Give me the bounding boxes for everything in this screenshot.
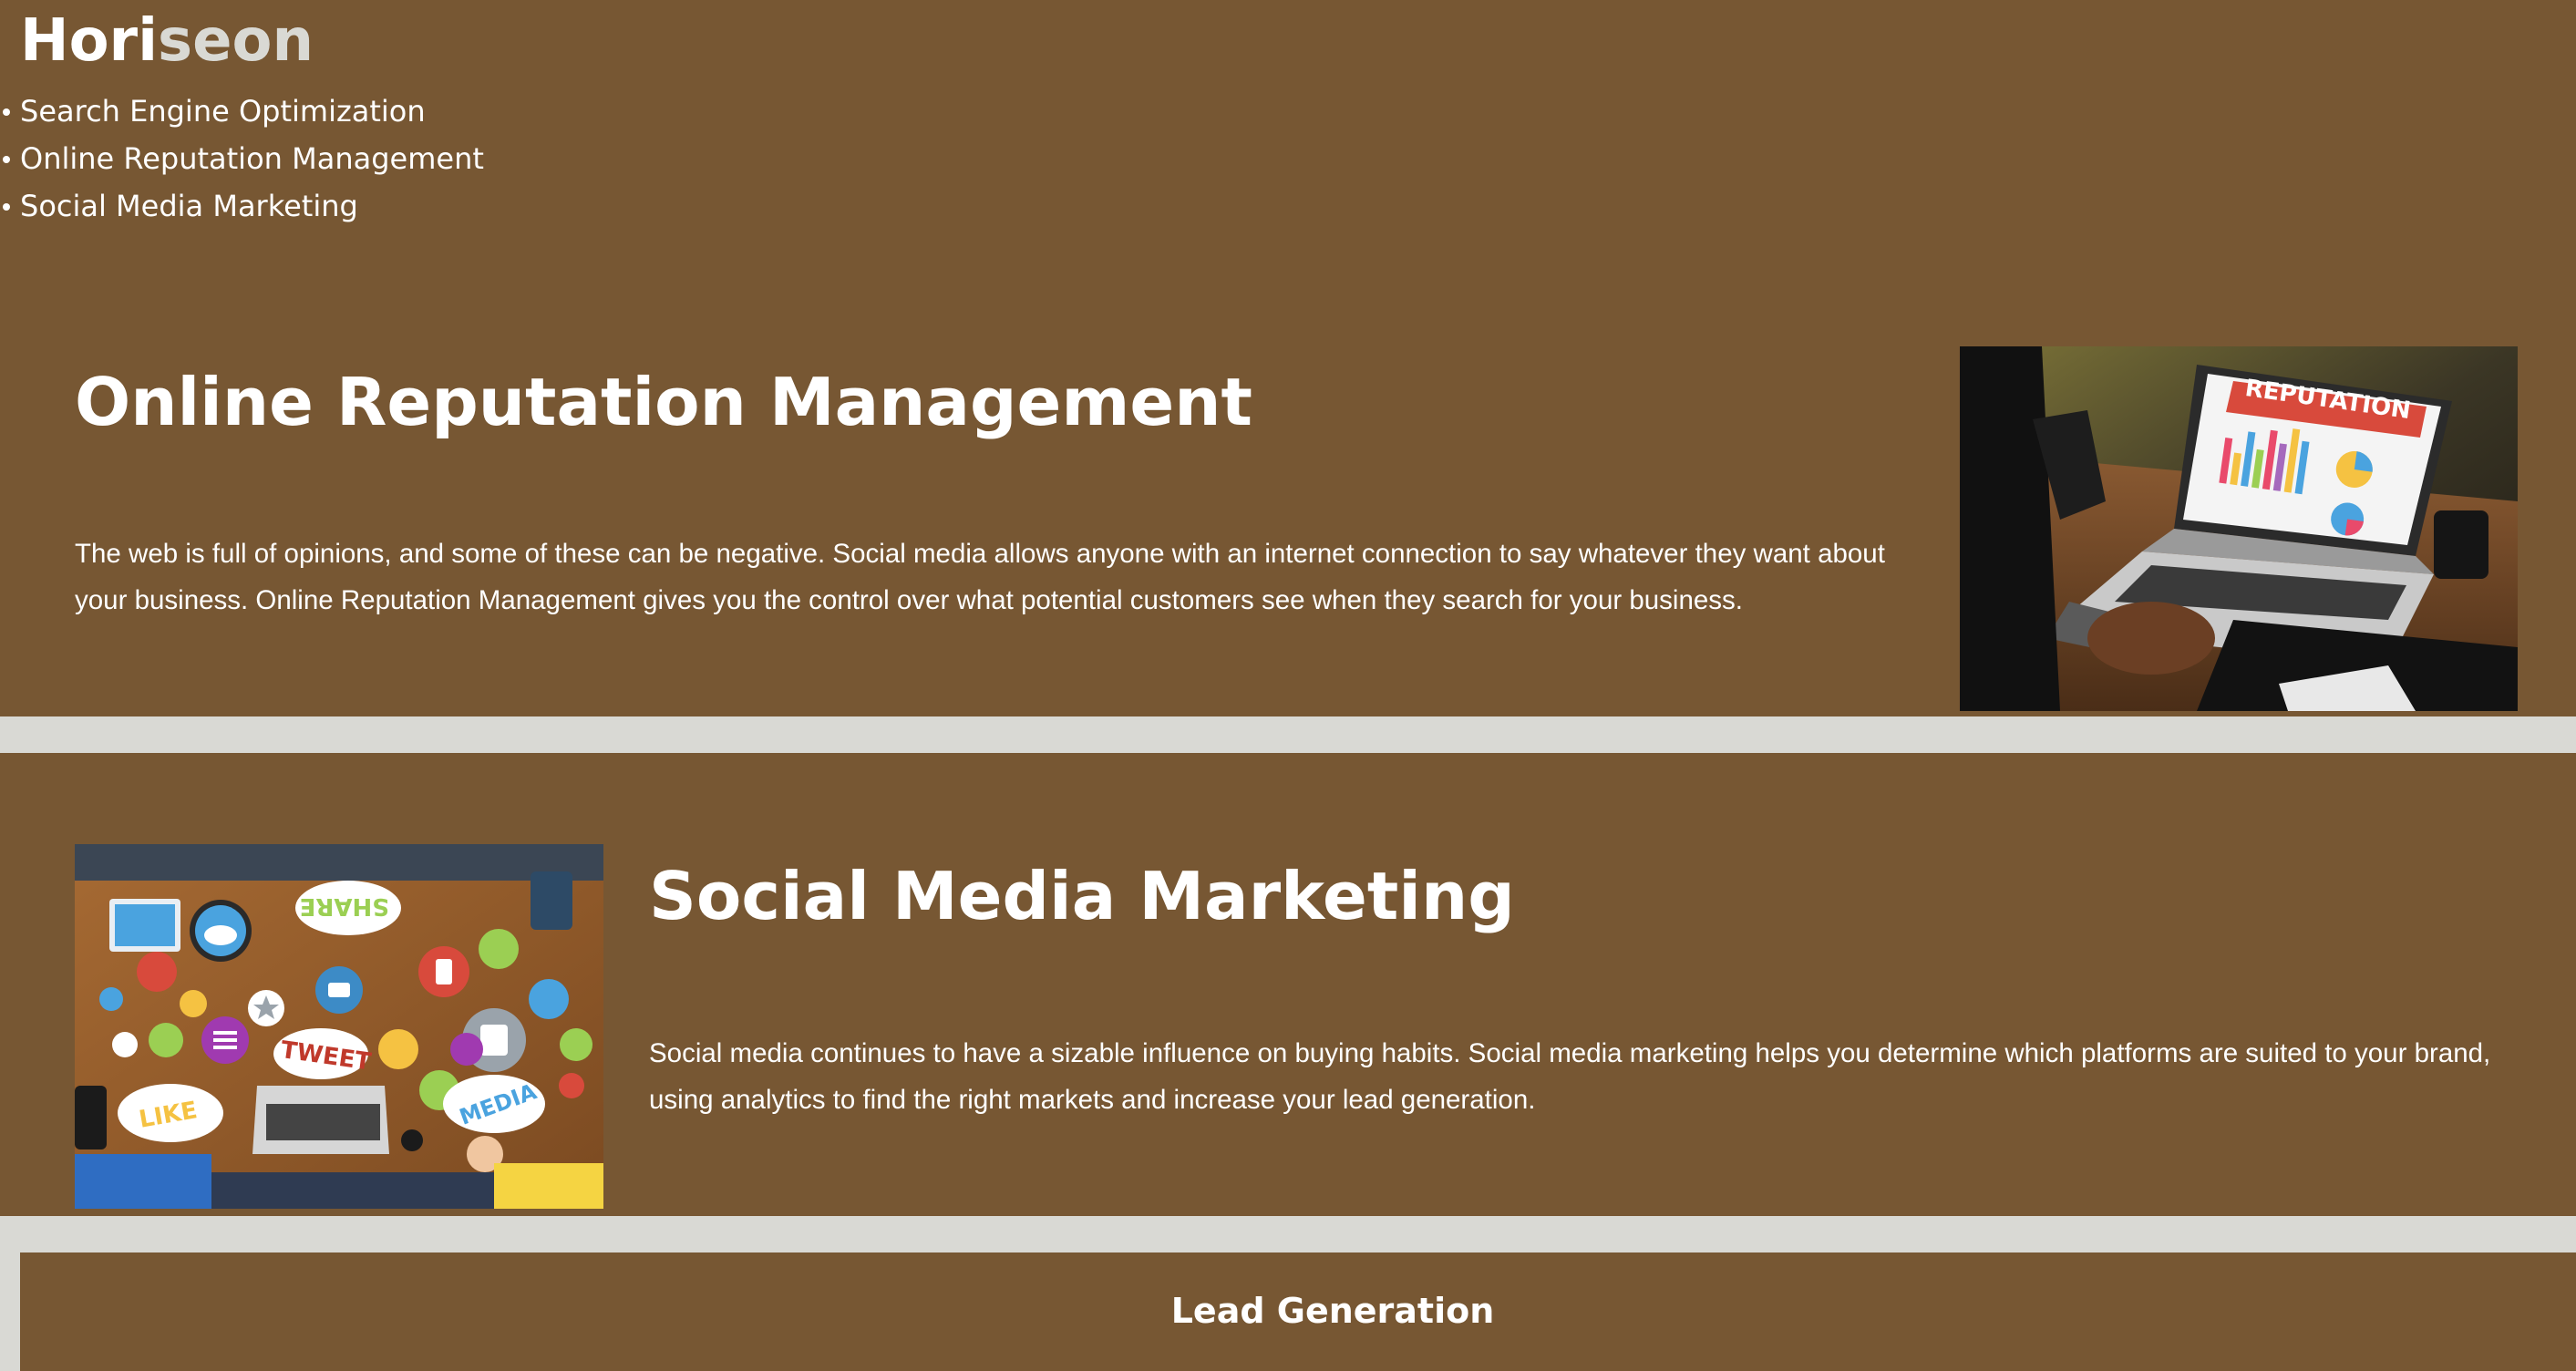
nav-list: Search Engine Optimization Online Reputa… [3,88,484,230]
section-body: The web is full of opinions, and some of… [75,539,1885,615]
site-header: Horiseon Search Engine Optimization Onli… [0,0,2576,346]
nav-item-seo[interactable]: Search Engine Optimization [3,88,484,135]
section-title: Social Media Marketing [649,858,1515,934]
section-body: Social media continues to have a sizable… [649,1038,2491,1115]
section-lead-generation: Lead Generation [20,1252,2576,1371]
reputation-image: REPUTATION [1960,346,2518,711]
nav-item-orm[interactable]: Online Reputation Management [3,135,484,182]
social-media-image: SHARE TWEET LIKE MEDIA [75,844,603,1209]
share-bubble-text: SHARE [300,892,389,920]
nav-item-smm[interactable]: Social Media Marketing [3,182,484,230]
logo-accent: seon [158,7,314,75]
logo-main: Hori [20,7,159,75]
section-title: Online Reputation Management [75,364,1252,440]
section-online-reputation-management: Online Reputation Management The web is … [0,343,2576,716]
lead-generation-title: Lead Generation [1170,1291,1495,1331]
site-logo[interactable]: Horiseon [20,5,314,77]
section-social-media-marketing: SHARE TWEET LIKE MEDIA Social Media Mark… [0,753,2576,1216]
